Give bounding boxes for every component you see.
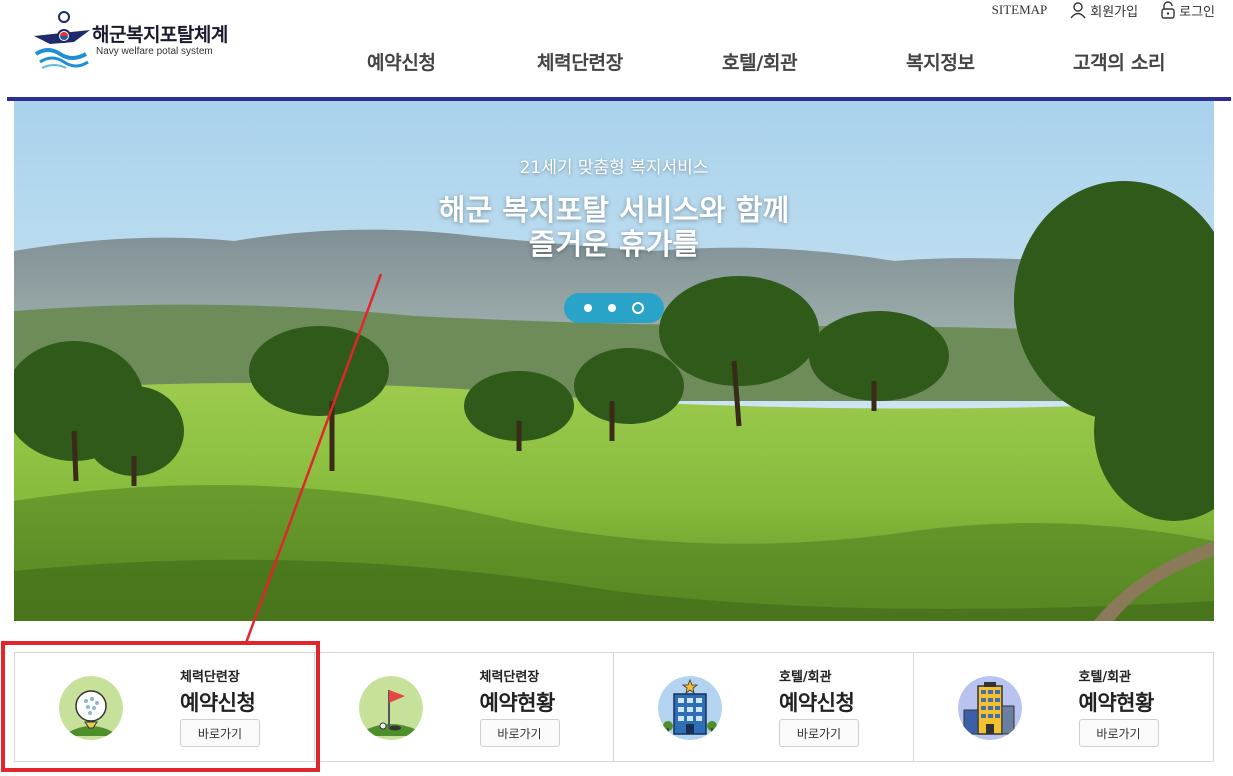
nav-item-fitness-center[interactable]: 체력단련장 bbox=[537, 48, 623, 75]
quick-card-hotel-status[interactable]: 호텔/회관 예약현황 바로가기 bbox=[914, 653, 1214, 761]
sitemap-link[interactable]: SITEMAP bbox=[992, 2, 1048, 18]
card-title: 예약현황 bbox=[479, 691, 556, 715]
card-category: 체력단련장 bbox=[479, 670, 540, 685]
card-category: 체력단련장 bbox=[180, 670, 240, 685]
quick-card-fitness-status[interactable]: 체력단련장 예약현황 바로가기 bbox=[315, 653, 614, 761]
card-category: 호텔/회관 bbox=[779, 670, 832, 685]
hero-subtitle: 21세기 맞춤형 복지서비스 bbox=[519, 158, 709, 178]
slider-pagination bbox=[564, 293, 664, 323]
go-button[interactable]: 바로가기 bbox=[479, 719, 560, 747]
join-label: 회원가입 bbox=[1090, 4, 1139, 20]
go-button[interactable]: 바로가기 bbox=[180, 719, 260, 747]
slider-dot-2[interactable] bbox=[608, 304, 616, 312]
site-logo[interactable]: 해군복지포탈체계 Navy welfare potal system bbox=[30, 10, 250, 72]
hotel-building-icon bbox=[658, 676, 722, 740]
golf-flag-icon bbox=[358, 676, 423, 740]
utility-nav: SITEMAP 회원가입 로그인 bbox=[992, 0, 1215, 20]
page: 해군복지포탈체계 Navy welfare potal system SITEM… bbox=[0, 0, 1233, 776]
slider-dot-3[interactable] bbox=[632, 302, 644, 314]
hero-title-line-1: 해군 복지포탈 서비스와 함께 bbox=[438, 193, 790, 227]
quick-card-fitness-reservation[interactable]: 체력단련장 예약신청 바로가기 bbox=[15, 653, 315, 761]
go-button[interactable]: 바로가기 bbox=[779, 719, 859, 747]
hero-banner: 21세기 맞춤형 복지서비스 해군 복지포탈 서비스와 함께 즐거운 휴가를 bbox=[14, 101, 1214, 621]
golf-course-image bbox=[14, 101, 1214, 621]
nav-item-welfare-info[interactable]: 복지정보 bbox=[906, 48, 975, 75]
hero-title-line-2: 즐거운 휴가를 bbox=[528, 227, 700, 261]
card-title: 예약신청 bbox=[180, 691, 256, 715]
golf-ball-icon bbox=[59, 676, 123, 740]
card-title: 예약현황 bbox=[1078, 691, 1155, 715]
card-title: 예약신청 bbox=[779, 691, 855, 715]
login-link[interactable]: 로그인 bbox=[1160, 1, 1215, 20]
login-label: 로그인 bbox=[1179, 4, 1215, 20]
go-button[interactable]: 바로가기 bbox=[1078, 719, 1159, 747]
navy-anchor-logo-icon bbox=[34, 11, 90, 69]
slider-dot-1[interactable] bbox=[584, 304, 592, 312]
nav-item-reservation[interactable]: 예약신청 bbox=[367, 48, 436, 75]
logo-subtitle: Navy welfare potal system bbox=[96, 46, 213, 57]
quick-menu: 체력단련장 예약신청 바로가기 체력단련장 예약현황 바로가기 호텔/회관 예약… bbox=[14, 652, 1214, 762]
card-category: 호텔/회관 bbox=[1078, 670, 1132, 685]
lock-icon bbox=[1161, 1, 1175, 19]
logo-title: 해군복지포탈체계 bbox=[92, 24, 228, 46]
join-link[interactable]: 회원가입 bbox=[1069, 1, 1138, 20]
nav-item-hotel[interactable]: 호텔/회관 bbox=[722, 48, 798, 75]
user-icon bbox=[1070, 2, 1086, 19]
nav-item-customer-voice[interactable]: 고객의 소리 bbox=[1073, 48, 1166, 75]
main-nav: 예약신청 체력단련장 호텔/회관 복지정보 고객의 소리 bbox=[318, 48, 1218, 76]
tower-building-icon bbox=[957, 676, 1022, 740]
quick-card-hotel-reservation[interactable]: 호텔/회관 예약신청 바로가기 bbox=[614, 653, 914, 761]
hero-title: 해군 복지포탈 서비스와 함께 즐거운 휴가를 bbox=[14, 193, 1214, 261]
